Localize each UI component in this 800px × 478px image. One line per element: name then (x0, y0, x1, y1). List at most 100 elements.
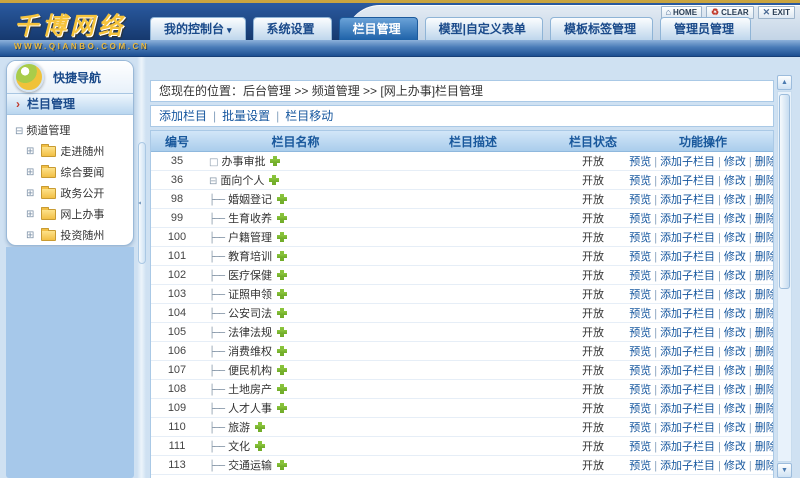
sidebar-item-column-management[interactable]: ›栏目管理 (7, 93, 133, 115)
preview-link[interactable]: 预览 (629, 270, 651, 282)
add-plus-icon[interactable] (277, 232, 287, 242)
preview-link[interactable]: 预览 (629, 384, 651, 396)
delete-link[interactable]: 删除 (755, 346, 774, 358)
add-plus-icon[interactable] (269, 175, 279, 185)
expand-icon[interactable]: ⊞ (26, 209, 34, 220)
preview-link[interactable]: 预览 (629, 213, 651, 225)
add-plus-icon[interactable] (277, 403, 287, 413)
modify-link[interactable]: 修改 (724, 194, 746, 206)
modify-link[interactable]: 修改 (724, 384, 746, 396)
add-sub-column-link[interactable]: 添加子栏目 (660, 403, 715, 415)
delete-link[interactable]: 删除 (755, 289, 774, 301)
tree-prefix-icon[interactable]: □ (209, 157, 217, 168)
add-plus-icon[interactable] (277, 346, 287, 356)
tree-item[interactable]: ⊞ 政务公开 (26, 185, 129, 201)
tree-prefix-icon[interactable]: ├── (209, 271, 224, 282)
delete-link[interactable]: 删除 (755, 213, 774, 225)
modify-link[interactable]: 修改 (724, 460, 746, 472)
batch-settings-link[interactable]: 批量设置 (222, 109, 270, 123)
delete-link[interactable]: 删除 (755, 441, 774, 453)
delete-link[interactable]: 删除 (755, 422, 774, 434)
add-sub-column-link[interactable]: 添加子栏目 (660, 270, 715, 282)
add-plus-icon[interactable] (277, 365, 287, 375)
delete-link[interactable]: 删除 (755, 460, 774, 472)
add-sub-column-link[interactable]: 添加子栏目 (660, 384, 715, 396)
modify-link[interactable]: 修改 (724, 213, 746, 225)
modify-link[interactable]: 修改 (724, 232, 746, 244)
delete-link[interactable]: 删除 (755, 327, 774, 339)
add-sub-column-link[interactable]: 添加子栏目 (660, 213, 715, 225)
delete-link[interactable]: 删除 (755, 194, 774, 206)
preview-link[interactable]: 预览 (629, 441, 651, 453)
nav-tab[interactable]: 我的控制台▾ (150, 17, 246, 40)
tree-prefix-icon[interactable]: ├── (209, 347, 224, 358)
preview-link[interactable]: 预览 (629, 232, 651, 244)
add-plus-icon[interactable] (277, 289, 287, 299)
preview-link[interactable]: 预览 (629, 460, 651, 472)
add-sub-column-link[interactable]: 添加子栏目 (660, 156, 715, 168)
modify-link[interactable]: 修改 (724, 403, 746, 415)
scrollbar-thumb[interactable] (779, 94, 790, 289)
preview-link[interactable]: 预览 (629, 403, 651, 415)
delete-link[interactable]: 删除 (755, 384, 774, 396)
tree-prefix-icon[interactable]: ├── (209, 366, 224, 377)
nav-tab[interactable]: 模型|自定义表单 (425, 17, 543, 40)
preview-link[interactable]: 预览 (629, 289, 651, 301)
system-button[interactable]: ✕ EXIT (758, 6, 795, 19)
delete-link[interactable]: 删除 (755, 251, 774, 263)
preview-link[interactable]: 预览 (629, 422, 651, 434)
tree-prefix-icon[interactable]: ├── (209, 195, 224, 206)
preview-link[interactable]: 预览 (629, 194, 651, 206)
delete-link[interactable]: 删除 (755, 365, 774, 377)
add-plus-icon[interactable] (277, 251, 287, 261)
tree-item[interactable]: ⊞ 投资随州 (26, 227, 129, 243)
add-plus-icon[interactable] (255, 441, 265, 451)
add-plus-icon[interactable] (277, 270, 287, 280)
tree-item[interactable]: ⊞ 网上办事 (26, 206, 129, 222)
preview-link[interactable]: 预览 (629, 175, 651, 187)
modify-link[interactable]: 修改 (724, 441, 746, 453)
tree-prefix-icon[interactable]: ├── (209, 461, 224, 472)
modify-link[interactable]: 修改 (724, 289, 746, 301)
expand-icon[interactable]: ⊞ (26, 188, 34, 199)
nav-tab[interactable]: 栏目管理 (339, 17, 418, 40)
add-sub-column-link[interactable]: 添加子栏目 (660, 346, 715, 358)
scroll-up-button[interactable]: ▲ (777, 75, 792, 90)
move-column-link[interactable]: 栏目移动 (285, 109, 333, 123)
scrollbar-track[interactable] (777, 91, 792, 462)
add-column-link[interactable]: 添加栏目 (159, 109, 207, 123)
add-sub-column-link[interactable]: 添加子栏目 (660, 289, 715, 301)
add-sub-column-link[interactable]: 添加子栏目 (660, 441, 715, 453)
tree-root-channel-management[interactable]: ⊟频道管理 (15, 122, 129, 138)
delete-link[interactable]: 删除 (755, 156, 774, 168)
tree-prefix-icon[interactable]: ├── (209, 290, 224, 301)
modify-link[interactable]: 修改 (724, 346, 746, 358)
modify-link[interactable]: 修改 (724, 156, 746, 168)
add-plus-icon[interactable] (277, 460, 287, 470)
tree-item[interactable]: ⊞ 综合要闻 (26, 164, 129, 180)
tree-prefix-icon[interactable]: ⊟ (209, 176, 216, 187)
nav-tab[interactable]: 系统设置 (253, 17, 332, 40)
add-plus-icon[interactable] (277, 213, 287, 223)
nav-tab[interactable]: 模板标签管理 (550, 17, 653, 40)
add-sub-column-link[interactable]: 添加子栏目 (660, 365, 715, 377)
tree-prefix-icon[interactable]: ├── (209, 328, 224, 339)
tree-prefix-icon[interactable]: ├── (209, 233, 224, 244)
add-plus-icon[interactable] (277, 327, 287, 337)
add-plus-icon[interactable] (277, 384, 287, 394)
add-plus-icon[interactable] (277, 308, 287, 318)
preview-link[interactable]: 预览 (629, 365, 651, 377)
add-sub-column-link[interactable]: 添加子栏目 (660, 251, 715, 263)
expand-icon[interactable]: ⊞ (26, 230, 34, 241)
delete-link[interactable]: 删除 (755, 175, 774, 187)
expand-icon[interactable]: ⊞ (26, 167, 34, 178)
add-sub-column-link[interactable]: 添加子栏目 (660, 194, 715, 206)
preview-link[interactable]: 预览 (629, 308, 651, 320)
nav-tab[interactable]: 管理员管理 (660, 17, 751, 40)
delete-link[interactable]: 删除 (755, 270, 774, 282)
splitter-collapse-handle[interactable] (138, 142, 146, 264)
modify-link[interactable]: 修改 (724, 251, 746, 263)
collapse-icon[interactable]: ⊟ (15, 126, 23, 137)
add-sub-column-link[interactable]: 添加子栏目 (660, 175, 715, 187)
delete-link[interactable]: 删除 (755, 403, 774, 415)
